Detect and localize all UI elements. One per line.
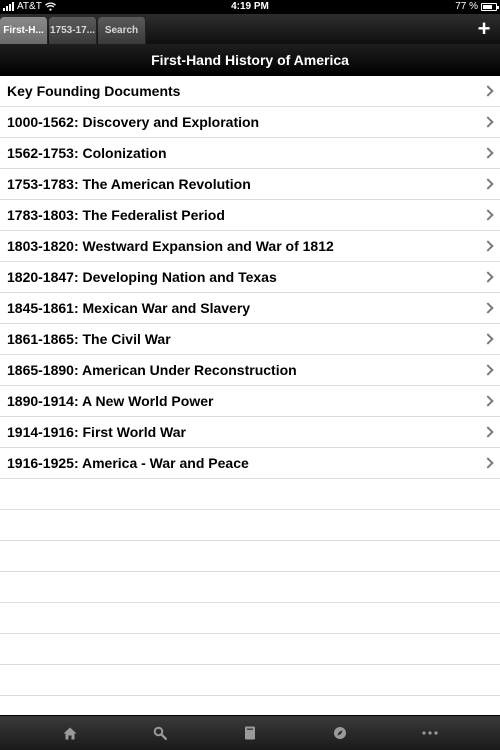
app-window: AT&T 4:19 PM 77 % First-H... 1753-17... … — [0, 0, 500, 750]
list-item[interactable]: 1783-1803: The Federalist Period — [0, 200, 500, 231]
list-item[interactable]: 1820-1847: Developing Nation and Texas — [0, 262, 500, 293]
chevron-right-icon — [482, 209, 494, 221]
compass-button[interactable] — [328, 721, 352, 745]
list-item-label: 1803-1820: Westward Expansion and War of… — [7, 238, 334, 254]
home-button[interactable] — [58, 721, 82, 745]
chevron-right-icon — [482, 302, 494, 314]
more-icon — [422, 731, 438, 735]
more-button[interactable] — [418, 721, 442, 745]
search-button[interactable] — [148, 721, 172, 745]
chevron-right-icon — [482, 240, 494, 252]
page-title: First-Hand History of America — [151, 52, 349, 68]
list-item[interactable]: 1916-1925: America - War and Peace — [0, 448, 500, 479]
chevron-right-icon — [482, 333, 494, 345]
home-icon — [63, 727, 77, 739]
list-item[interactable]: Key Founding Documents — [0, 76, 500, 107]
list-item-label: 1845-1861: Mexican War and Slavery — [7, 300, 251, 316]
status-time: 4:19 PM — [231, 1, 269, 12]
chevron-right-icon — [482, 85, 494, 97]
empty-row — [0, 572, 500, 603]
tab-strip: First-H... 1753-17... Search + — [0, 14, 500, 44]
list-item[interactable]: 1803-1820: Westward Expansion and War of… — [0, 231, 500, 262]
tab-1753[interactable]: 1753-17... — [49, 17, 97, 44]
plus-icon: + — [477, 16, 491, 41]
status-bar: AT&T 4:19 PM 77 % — [0, 0, 500, 14]
empty-row — [0, 665, 500, 696]
list-item[interactable]: 1861-1865: The Civil War — [0, 324, 500, 355]
tab-first-hand[interactable]: First-H... — [0, 17, 48, 44]
empty-row — [0, 479, 500, 510]
chevron-right-icon — [482, 147, 494, 159]
empty-row — [0, 603, 500, 634]
list-item-label: 1861-1865: The Civil War — [7, 331, 171, 347]
chevron-right-icon — [482, 271, 494, 283]
list-item[interactable]: 1865-1890: American Under Reconstruction — [0, 355, 500, 386]
list-item-label: 1865-1890: American Under Reconstruction — [7, 362, 297, 378]
list-item-label: 1914-1916: First World War — [7, 424, 186, 440]
empty-row — [0, 510, 500, 541]
nav-bar: First-Hand History of America — [0, 44, 500, 77]
list-item-label: 1820-1847: Developing Nation and Texas — [7, 269, 277, 285]
search-icon — [153, 726, 167, 740]
chevron-right-icon — [482, 426, 494, 438]
chapter-list: Key Founding Documents 1000-1562: Discov… — [0, 76, 500, 716]
chevron-right-icon — [482, 457, 494, 469]
list-item[interactable]: 1562-1753: Colonization — [0, 138, 500, 169]
list-item-label: 1890-1914: A New World Power — [7, 393, 214, 409]
tab-search[interactable]: Search — [98, 17, 146, 44]
status-right: 77 % — [455, 1, 499, 12]
list-item[interactable]: 1914-1916: First World War — [0, 417, 500, 448]
list-item[interactable]: 1890-1914: A New World Power — [0, 386, 500, 417]
compass-icon — [334, 727, 346, 739]
empty-row — [0, 696, 500, 716]
battery-icon — [481, 2, 499, 11]
chevron-right-icon — [482, 364, 494, 376]
bookmarks-button[interactable] — [238, 721, 262, 745]
battery-level — [483, 4, 492, 9]
chevron-right-icon — [482, 395, 494, 407]
list-item[interactable]: 1845-1861: Mexican War and Slavery — [0, 293, 500, 324]
empty-row — [0, 541, 500, 572]
list-item-label: 1562-1753: Colonization — [7, 145, 167, 161]
bottom-toolbar — [0, 715, 500, 750]
list-item-label: 1783-1803: The Federalist Period — [7, 207, 225, 223]
list-item[interactable]: 1000-1562: Discovery and Exploration — [0, 107, 500, 138]
book-icon — [245, 726, 255, 740]
battery-percent: 77 % — [455, 1, 478, 12]
list-item-label: Key Founding Documents — [7, 83, 181, 99]
add-tab-button[interactable]: + — [474, 17, 494, 41]
list-item[interactable]: 1753-1783: The American Revolution — [0, 169, 500, 200]
chevron-right-icon — [482, 116, 494, 128]
list-item-label: 1000-1562: Discovery and Exploration — [7, 114, 260, 130]
chevron-right-icon — [482, 178, 494, 190]
list-item-label: 1753-1783: The American Revolution — [7, 176, 251, 192]
empty-row — [0, 634, 500, 665]
list-item-label: 1916-1925: America - War and Peace — [7, 455, 249, 471]
